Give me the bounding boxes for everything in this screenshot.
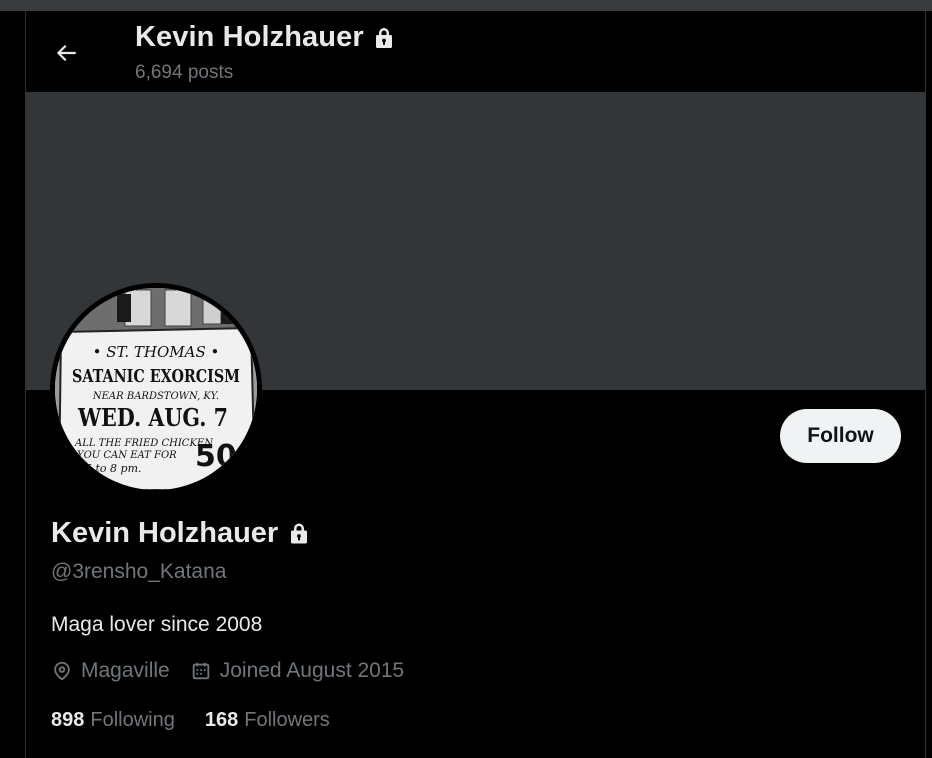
- lock-icon: [288, 521, 310, 546]
- profile-handle: @3rensho_Katana: [51, 560, 227, 583]
- follow-button[interactable]: Follow: [780, 409, 901, 463]
- followers-label: Followers: [244, 709, 330, 731]
- followers-count: 168: [204, 709, 239, 731]
- header-name: Kevin Holzhauer: [135, 21, 364, 53]
- location-item: Magaville: [51, 659, 170, 683]
- browser-top-strip: [0, 0, 932, 11]
- following-count: 898: [51, 709, 85, 731]
- profile-bio: Maga lover since 2008: [51, 613, 263, 636]
- following-label: Following: [90, 709, 175, 731]
- joined-item: Joined August 2015: [190, 659, 405, 683]
- profile-meta-row: Magaville Joined August 2015: [51, 659, 424, 683]
- avatar-sign-line3: NEAR BARDSTOWN, KY.: [92, 391, 219, 402]
- profile-column: Kevin Holzhauer 6,694 posts • ST. THOMAS…: [26, 11, 925, 758]
- avatar-sign-line2: SATANIC EXORCISM: [72, 366, 240, 387]
- lock-icon: [373, 26, 395, 50]
- followers-link[interactable]: 168 Followers: [205, 709, 330, 732]
- header-name-row: Kevin Holzhauer: [135, 21, 395, 54]
- avatar-sign-line5: ALL THE FRIED CHICKEN: [74, 438, 214, 449]
- profile-name-row: Kevin Holzhauer: [51, 517, 310, 550]
- header-posts-count: 6,694 posts: [135, 62, 234, 83]
- arrow-left-icon: [56, 44, 76, 62]
- avatar-sign-line4: WED. AUG. 7: [77, 403, 228, 432]
- avatar-sign-line7: 5 to 8 pm.: [85, 462, 142, 475]
- left-rail: [0, 11, 26, 758]
- right-scrollbar[interactable]: [925, 11, 932, 758]
- back-button[interactable]: [48, 35, 84, 71]
- profile-stats-row: 898 Following 168 Followers: [51, 709, 360, 732]
- avatar-image: • ST. THOMAS • SATANIC EXORCISM NEAR BAR…: [55, 288, 257, 490]
- location-text: Magaville: [81, 659, 170, 682]
- avatar-sign-price: 50: [195, 439, 237, 474]
- avatar-sign-line6: YOU CAN EAT FOR: [77, 450, 177, 461]
- avatar-sign-line1: • ST. THOMAS •: [93, 343, 220, 361]
- profile-name: Kevin Holzhauer: [51, 517, 279, 549]
- joined-text: Joined August 2015: [219, 659, 405, 682]
- following-link[interactable]: 898 Following: [51, 709, 175, 732]
- calendar-icon: [192, 662, 209, 680]
- profile-header: Kevin Holzhauer 6,694 posts: [26, 11, 925, 92]
- location-pin-icon: [54, 661, 70, 681]
- avatar[interactable]: • ST. THOMAS • SATANIC EXORCISM NEAR BAR…: [50, 283, 262, 495]
